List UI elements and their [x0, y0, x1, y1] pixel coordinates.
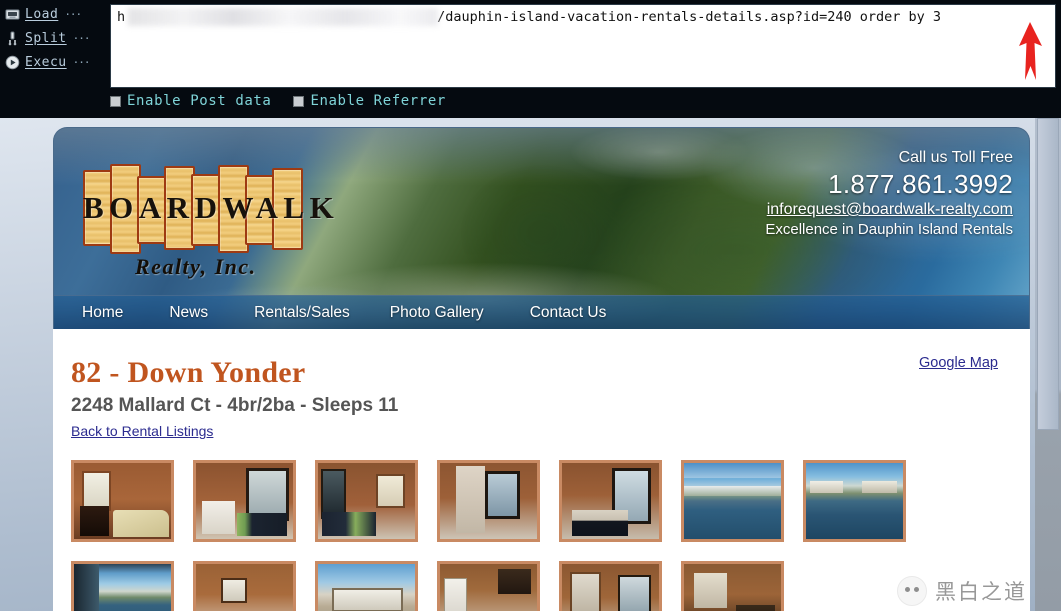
thumbnail-image [74, 463, 171, 539]
logo-plank-group: BOARDWALK [83, 162, 340, 258]
load-icon [5, 7, 20, 22]
scrollbar-thumb[interactable] [1037, 118, 1059, 430]
enable-post-data-label: Enable Post data [127, 93, 272, 109]
gallery-thumbnail[interactable] [71, 561, 174, 611]
thumbnail-image [318, 564, 415, 611]
boardwalk-logo[interactable]: BOARDWALK Realty, Inc. [83, 162, 340, 287]
tool-menu-execute-ellipsis: ··· [72, 55, 91, 69]
back-to-listings-link[interactable]: Back to Rental Listings [71, 423, 213, 439]
gallery-thumbnail[interactable] [193, 460, 296, 542]
thumbnail-image [74, 564, 171, 611]
tool-menu-load-ellipsis: ··· [64, 7, 82, 21]
site-banner: BOARDWALK Realty, Inc. Call us Toll Free… [53, 127, 1030, 329]
gallery-thumbnail[interactable] [681, 460, 784, 542]
nav-item-contact-us[interactable]: Contact Us [530, 304, 607, 322]
toll-free-label: Call us Toll Free [898, 149, 1013, 166]
gallery-thumbnail[interactable] [437, 460, 540, 542]
website-container: BOARDWALK Realty, Inc. Call us Toll Free… [53, 127, 1030, 611]
logo-wordmark: BOARDWALK [83, 190, 340, 225]
gallery-thumbnail[interactable] [803, 460, 906, 542]
checkbox-box-referrer[interactable] [293, 95, 305, 107]
enable-post-data-checkbox[interactable]: Enable Post data [110, 93, 271, 109]
execute-icon [5, 55, 20, 70]
gallery-thumbnail[interactable] [437, 561, 540, 611]
tool-menu-item-execute[interactable]: Execu ··· [0, 50, 104, 74]
gallery-thumbnail[interactable] [681, 561, 784, 611]
gallery-thumbnail[interactable] [559, 561, 662, 611]
thumbnail-image [562, 564, 659, 611]
page-title: 82 - Down Yonder [71, 356, 306, 389]
logo-subtitle: Realty, Inc. [135, 254, 257, 279]
thumbnail-image [684, 463, 781, 539]
nav-item-home[interactable]: Home [82, 304, 123, 322]
nav-item-news[interactable]: News [169, 304, 208, 322]
contact-block: Call us Toll Free 1.877.861.3992 inforeq… [765, 148, 1013, 239]
enable-referrer-label: Enable Referrer [310, 93, 446, 109]
page-scrollbar-area[interactable] [1035, 118, 1061, 611]
url-redaction-blur [128, 8, 438, 26]
red-up-arrow-icon [1019, 22, 1042, 80]
gallery-thumbnail[interactable] [71, 460, 174, 542]
split-icon [5, 31, 20, 46]
sql-injection-tool-panel: Load ··· Split ··· Execu ··· h /dauphin-… [0, 0, 1061, 118]
nav-item-photo-gallery[interactable]: Photo Gallery [390, 304, 484, 322]
gallery-thumbnail[interactable] [559, 460, 662, 542]
screenshot-root: Load ··· Split ··· Execu ··· h /dauphin-… [0, 0, 1061, 611]
tool-menu-split-label: Split [25, 30, 67, 46]
thumbnail-image [318, 463, 415, 539]
thumbnail-image [196, 564, 293, 611]
thumbnail-image [806, 463, 903, 539]
thumbnail-image [562, 463, 659, 539]
checkbox-box-post-data[interactable] [110, 95, 121, 107]
tool-menu-item-load[interactable]: Load ··· [0, 2, 104, 26]
main-navigation: Home News Rentals/Sales Photo Gallery Co… [54, 295, 1029, 329]
phone-number: 1.877.861.3992 [828, 169, 1013, 199]
gallery-thumbnail[interactable] [315, 460, 418, 542]
browser-page: BOARDWALK Realty, Inc. Call us Toll Free… [0, 118, 1061, 611]
thumbnail-image [440, 564, 537, 611]
enable-referrer-checkbox[interactable]: Enable Referrer [293, 93, 445, 109]
url-prefix: h [117, 9, 126, 25]
url-value: /dauphin-island-vacation-rentals-details… [437, 9, 942, 25]
tool-menu-load-label: Load [25, 6, 59, 22]
tool-menu-execute-label: Execu [25, 54, 67, 70]
listing-content: Google Map 82 - Down Yonder 2248 Mallard… [53, 329, 1030, 611]
nav-item-rentals-sales[interactable]: Rentals/Sales [254, 304, 350, 322]
tool-menu-split-ellipsis: ··· [72, 31, 91, 45]
google-map-link[interactable]: Google Map [919, 355, 998, 371]
thumbnail-image [196, 463, 293, 539]
gallery-thumbnail[interactable] [315, 561, 418, 611]
tool-options-row: Enable Post data Enable Referrer [110, 93, 446, 109]
thumbnail-image [440, 463, 537, 539]
email-link[interactable]: inforequest@boardwalk-realty.com [765, 200, 1013, 220]
thumbnail-image [684, 564, 781, 611]
listing-subtitle: 2248 Mallard Ct - 4br/2ba - Sleeps 11 [71, 395, 399, 416]
site-tagline: Excellence in Dauphin Island Rentals [765, 221, 1013, 238]
gallery-thumbnail[interactable] [193, 561, 296, 611]
tool-menu-item-split[interactable]: Split ··· [0, 26, 104, 50]
tool-sidebar: Load ··· Split ··· Execu ··· [0, 0, 104, 118]
url-input-field[interactable]: h/dauphin-island-vacation-rentals-detail… [110, 4, 1056, 88]
thumbnail-gallery [71, 460, 951, 611]
